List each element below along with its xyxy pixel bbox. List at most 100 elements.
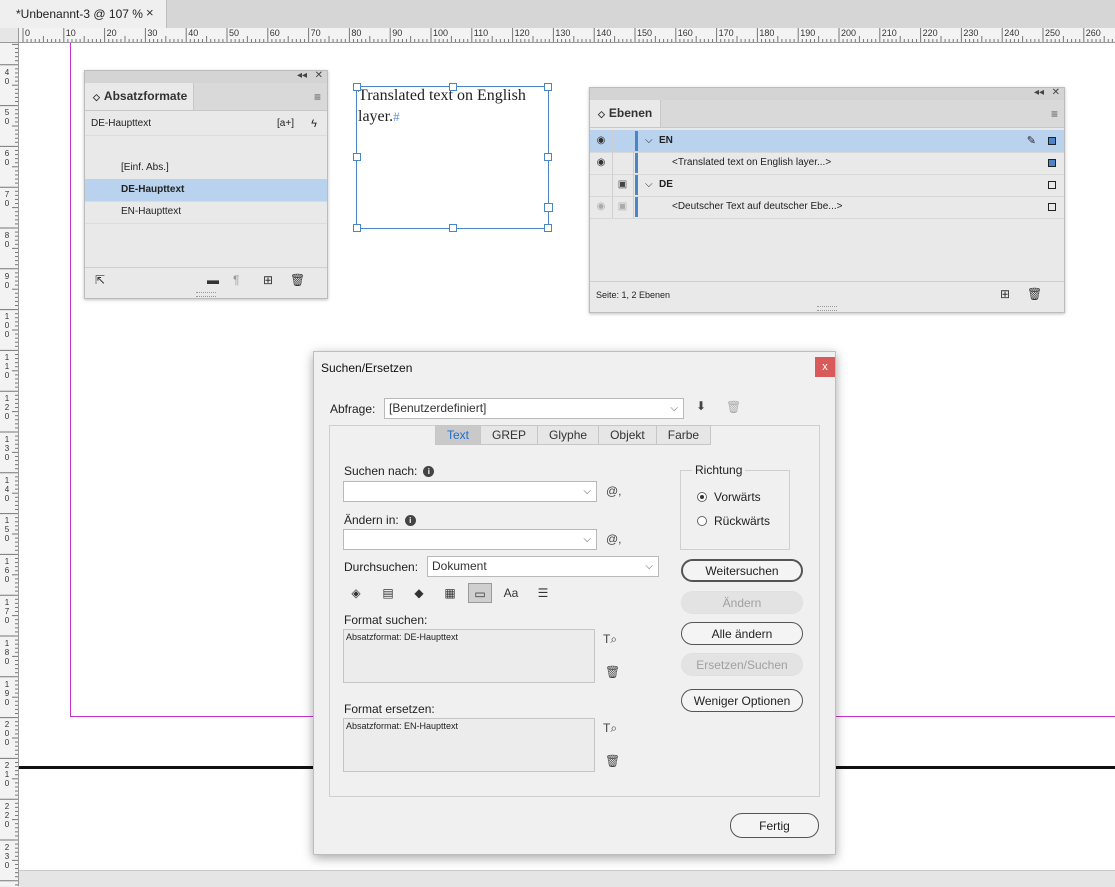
frame-handle-top[interactable] <box>449 83 457 91</box>
lightning-icon[interactable]: ϟ <box>311 113 317 135</box>
replace-input[interactable]: ⌵ <box>343 529 597 550</box>
whole-word-icon[interactable]: ☰ <box>531 583 555 603</box>
done-button[interactable]: Fertig <box>730 813 819 838</box>
selection-square-icon[interactable] <box>1048 159 1056 167</box>
change-find-button[interactable]: Ersetzen/Suchen <box>681 653 803 676</box>
include-hidden-layers-icon[interactable]: ◆ <box>407 583 431 603</box>
scope-dropdown[interactable]: Dokument ⌵ <box>427 556 659 577</box>
save-query-icon[interactable]: ⬇ <box>696 399 706 413</box>
specify-format-search-icon[interactable]: T⌕ <box>603 632 617 647</box>
chevron-down-icon[interactable]: ⌵ <box>583 530 591 549</box>
trash-icon[interactable]: 🗑 <box>605 754 620 768</box>
close-tab-icon[interactable]: × <box>146 5 154 20</box>
info-icon[interactable]: i <box>404 515 416 526</box>
style-list-item[interactable]: EN-Haupttext <box>85 201 327 224</box>
frame-handle-bottom-left[interactable] <box>353 224 361 232</box>
fewer-options-button[interactable]: Weniger Optionen <box>681 689 803 712</box>
change-button[interactable]: Ändern <box>681 591 803 614</box>
trash-icon[interactable]: 🗑 <box>1027 287 1042 301</box>
chevron-down-icon[interactable]: ⌵ <box>583 482 591 501</box>
selection-square-icon[interactable] <box>1048 181 1056 189</box>
tab-text[interactable]: Text <box>435 425 482 445</box>
style-list-item[interactable]: [Einf. Abs.] <box>85 157 327 180</box>
vertical-ruler[interactable]: 3040506070809010011012013014015016017018… <box>0 28 19 886</box>
trash-icon[interactable]: 🗑 <box>290 273 305 287</box>
chevron-down-icon[interactable]: ⌵ <box>645 174 653 196</box>
panel-header-bar[interactable]: ◂◂ ✕ <box>590 87 1064 100</box>
layer-object-row[interactable]: ◉ ▣ <Deutscher Text auf deutscher Ebe...> <box>590 196 1064 219</box>
panel-header-bar[interactable]: ◂◂ ✕ <box>85 70 327 83</box>
resize-grip[interactable] <box>817 306 837 311</box>
visibility-eye-icon[interactable]: ◉ <box>590 152 613 174</box>
tab-farbe[interactable]: Farbe <box>656 425 712 445</box>
ruler-label: 200 <box>841 28 857 38</box>
selection-square-icon[interactable] <box>1048 203 1056 211</box>
close-panel-icon[interactable]: ✕ <box>1052 87 1060 98</box>
text-frame[interactable]: Translated text on English layer.# <box>353 83 553 232</box>
special-characters-search-icon[interactable]: @, <box>606 484 622 498</box>
frame-handle-top-left[interactable] <box>353 83 361 91</box>
lock-icon[interactable]: ▣ <box>612 196 634 218</box>
selection-square-icon[interactable] <box>1048 137 1056 145</box>
tab-absatzformate[interactable]: ◇ Absatzformate <box>85 83 194 110</box>
trash-icon[interactable]: 🗑 <box>605 665 620 679</box>
find-next-button[interactable]: Weitersuchen <box>681 559 803 582</box>
specify-format-replace-icon[interactable]: T⌕ <box>603 721 617 736</box>
dialog-close-button[interactable]: x <box>815 357 835 377</box>
layer-row[interactable]: ◉ ⌵ EN ✎ <box>590 130 1064 153</box>
include-locked-layers-icon[interactable]: ◈ <box>344 583 368 603</box>
frame-handle-bottom[interactable] <box>449 224 457 232</box>
visibility-eye-icon[interactable] <box>590 174 613 196</box>
load-styles-icon[interactable]: ⇱ <box>95 273 105 287</box>
chevron-down-icon[interactable]: ⌵ <box>645 130 653 152</box>
tab-objekt[interactable]: Objekt <box>599 425 657 445</box>
layer-row[interactable]: ▣ ⌵ DE <box>590 174 1064 197</box>
case-sensitive-icon[interactable]: Aa <box>499 583 523 603</box>
collapse-panel-icon[interactable]: ◂◂ <box>297 70 307 81</box>
horizontal-ruler[interactable]: 0 10 20 30 40 50 60 70 80 90 100 110 120 130 140 150 160… <box>18 28 1115 43</box>
format-replace-box[interactable]: Absatzformat: EN-Haupttext <box>343 718 595 772</box>
frame-handle-bottom-right[interactable] <box>544 224 552 232</box>
tab-grep[interactable]: GREP <box>481 425 539 445</box>
format-search-box[interactable]: Absatzformat: DE-Haupttext <box>343 629 595 683</box>
document-tab[interactable]: *Unbenannt-3 @ 107 % × <box>0 0 167 28</box>
direction-forward-radio[interactable]: Vorwärts <box>697 490 761 504</box>
new-style-from-selection-icon[interactable]: [a+] <box>277 113 294 135</box>
panel-menu-icon[interactable]: ≡ <box>314 90 321 104</box>
tab-ebenen[interactable]: ◇ Ebenen <box>590 100 661 127</box>
lock-icon[interactable]: ▣ <box>612 174 634 196</box>
bottom-scrollbar[interactable] <box>19 870 1115 887</box>
frame-out-port[interactable] <box>544 203 553 212</box>
include-footnotes-icon[interactable]: ▭ <box>468 583 492 603</box>
new-layer-icon[interactable]: ⊞ <box>1000 287 1010 301</box>
ruler-corner[interactable] <box>0 28 19 43</box>
layer-label: DE <box>659 179 673 190</box>
clear-overrides-icon[interactable]: ¶ <box>233 273 239 287</box>
query-dropdown[interactable]: [Benutzerdefiniert] ⌵ <box>384 398 684 419</box>
panel-menu-icon[interactable]: ≡ <box>1051 107 1058 121</box>
frame-text[interactable]: Translated text on English layer.# <box>358 85 548 127</box>
style-list-item[interactable]: DE-Haupttext <box>85 179 327 202</box>
lock-icon[interactable] <box>612 152 634 174</box>
info-icon[interactable]: i <box>423 466 435 477</box>
new-style-icon[interactable]: ⊞ <box>263 273 273 287</box>
delete-query-icon[interactable]: 🗑 <box>726 400 741 414</box>
layer-object-row[interactable]: ◉ <Translated text on English layer...> <box>590 152 1064 175</box>
close-panel-icon[interactable]: ✕ <box>315 70 323 81</box>
include-master-pages-icon[interactable]: ▦ <box>438 583 462 603</box>
visibility-eye-icon[interactable]: ◉ <box>590 196 613 218</box>
change-all-button[interactable]: Alle ändern <box>681 622 803 645</box>
visibility-eye-icon[interactable]: ◉ <box>590 130 613 152</box>
collapse-panel-icon[interactable]: ◂◂ <box>1034 87 1044 98</box>
direction-backward-radio[interactable]: Rückwärts <box>697 514 770 528</box>
frame-handle-left[interactable] <box>353 153 361 161</box>
include-locked-stories-icon[interactable]: ▤ <box>376 583 400 603</box>
special-characters-replace-icon[interactable]: @, <box>606 532 622 546</box>
tab-glyphe[interactable]: Glyphe <box>538 425 600 445</box>
resize-grip[interactable] <box>196 292 216 297</box>
folder-icon[interactable]: ▬ <box>207 273 219 287</box>
frame-handle-right[interactable] <box>544 153 552 161</box>
lock-icon[interactable] <box>612 130 634 152</box>
frame-handle-top-right[interactable] <box>544 83 552 91</box>
search-input[interactable]: ⌵ <box>343 481 597 502</box>
